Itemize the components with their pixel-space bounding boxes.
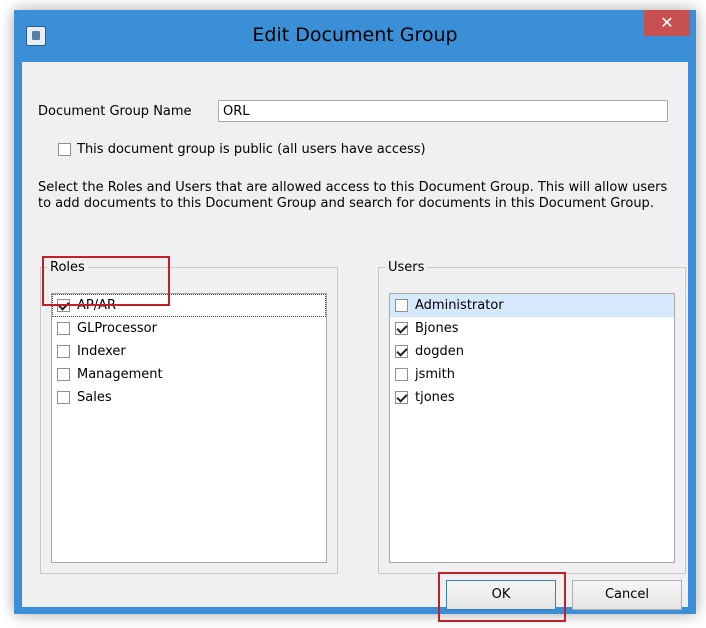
user-label: Administrator	[415, 298, 504, 313]
users-group: Users Administrator Bjones dogden jsmith…	[378, 260, 686, 574]
document-group-name-input[interactable]	[218, 100, 668, 122]
role-label: AP/AR	[77, 298, 117, 313]
role-checkbox[interactable]	[57, 368, 70, 381]
role-item-management[interactable]: Management	[52, 363, 326, 386]
cancel-button[interactable]: Cancel	[572, 580, 682, 610]
role-label: Indexer	[77, 344, 126, 359]
users-legend: Users	[388, 260, 425, 275]
user-label: Bjones	[415, 321, 459, 336]
title-bar[interactable]: Edit Document Group ✕	[14, 10, 696, 62]
users-list[interactable]: Administrator Bjones dogden jsmith tjone…	[389, 293, 675, 563]
close-button[interactable]: ✕	[644, 10, 690, 36]
role-item-ap-ar[interactable]: AP/AR	[52, 294, 326, 317]
user-checkbox[interactable]	[395, 391, 408, 404]
roles-legend: Roles	[50, 260, 85, 275]
ok-button[interactable]: OK	[446, 580, 556, 610]
roles-group: Roles AP/AR GLProcessor Indexer Manageme…	[40, 260, 338, 574]
dialog-title: Edit Document Group	[252, 24, 458, 46]
role-item-sales[interactable]: Sales	[52, 386, 326, 409]
user-checkbox[interactable]	[395, 299, 408, 312]
user-checkbox[interactable]	[395, 322, 408, 335]
role-checkbox[interactable]	[57, 299, 70, 312]
public-checkbox-row[interactable]: This document group is public (all users…	[58, 142, 426, 157]
public-checkbox-label: This document group is public (all users…	[77, 142, 426, 157]
role-checkbox[interactable]	[57, 345, 70, 358]
user-label: jsmith	[415, 367, 455, 382]
role-label: GLProcessor	[77, 321, 157, 336]
role-item-indexer[interactable]: Indexer	[52, 340, 326, 363]
user-item-dogden[interactable]: dogden	[390, 340, 674, 363]
role-label: Management	[77, 367, 163, 382]
instructions-text: Select the Roles and Users that are allo…	[38, 180, 668, 211]
public-checkbox[interactable]	[58, 143, 71, 156]
user-item-administrator[interactable]: Administrator	[390, 294, 674, 317]
document-group-name-label: Document Group Name	[38, 104, 192, 119]
user-checkbox[interactable]	[395, 368, 408, 381]
user-label: tjones	[415, 390, 455, 405]
user-item-jsmith[interactable]: jsmith	[390, 363, 674, 386]
role-checkbox[interactable]	[57, 391, 70, 404]
user-label: dogden	[415, 344, 464, 359]
edit-document-group-dialog: Edit Document Group ✕ Document Group Nam…	[14, 10, 696, 622]
user-item-tjones[interactable]: tjones	[390, 386, 674, 409]
dialog-body: Document Group Name This document group …	[22, 62, 688, 622]
role-label: Sales	[77, 390, 112, 405]
roles-list[interactable]: AP/AR GLProcessor Indexer Management Sal…	[51, 293, 327, 563]
user-item-bjones[interactable]: Bjones	[390, 317, 674, 340]
user-checkbox[interactable]	[395, 345, 408, 358]
role-item-glprocessor[interactable]: GLProcessor	[52, 317, 326, 340]
role-checkbox[interactable]	[57, 322, 70, 335]
